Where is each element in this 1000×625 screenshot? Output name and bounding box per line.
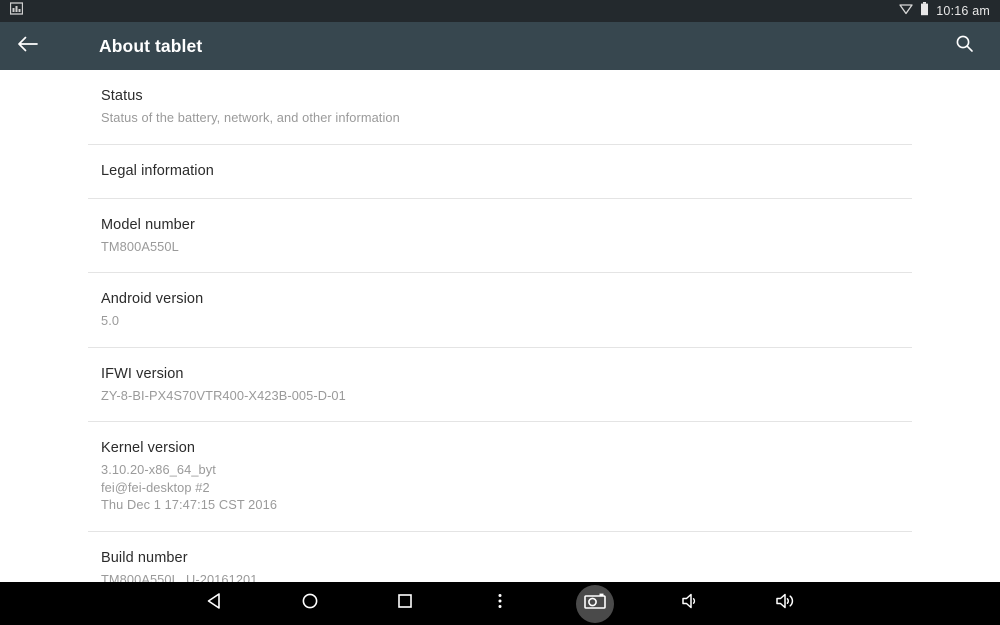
nav-button-volume-down[interactable] bbox=[643, 582, 738, 625]
recents-square-icon bbox=[395, 591, 415, 616]
nav-button-recents[interactable] bbox=[358, 582, 453, 625]
list-item-title: Model number bbox=[101, 216, 195, 233]
back-triangle-icon bbox=[205, 591, 225, 616]
nav-button-menu[interactable] bbox=[453, 582, 548, 625]
volume-down-icon bbox=[680, 591, 700, 616]
status-bar-indicators: 10:16 am bbox=[899, 1, 990, 21]
nav-button-home[interactable] bbox=[263, 582, 358, 625]
list-item-subtitle-line: Status of the battery, network, and othe… bbox=[101, 110, 400, 125]
list-item-model-number[interactable]: Model number TM800A550L bbox=[88, 199, 912, 273]
list-item-subtitle: TM800A550L_U-20161201 bbox=[101, 571, 912, 583]
status-bar-notifications bbox=[9, 2, 24, 20]
app-toolbar: About tablet bbox=[0, 22, 1000, 70]
list-item-title: Kernel version bbox=[101, 440, 196, 456]
list-item-title: Android version bbox=[101, 291, 204, 307]
list-item-subtitle-line: 3.10.20-x86_64_byt bbox=[101, 462, 216, 477]
list-item-title: Legal information bbox=[101, 162, 214, 179]
home-circle-icon bbox=[300, 591, 320, 616]
list-item-ifwi-version[interactable]: IFWI version ZY-8-BI-PX4S70VTR400-X423B-0… bbox=[88, 348, 912, 422]
battery-full-icon bbox=[920, 1, 929, 21]
nav-button-screenshot[interactable] bbox=[548, 582, 643, 625]
status-bar: 10:16 am bbox=[0, 0, 1000, 22]
list-item-subtitle-line: TM800A550L_U-20161201 bbox=[101, 571, 258, 583]
list-item-subtitle: ZY-8-BI-PX4S70VTR400-X423B-005-D-01 bbox=[101, 387, 912, 405]
search-icon bbox=[955, 34, 974, 58]
list-item-title: Status bbox=[101, 88, 143, 104]
list-item-title: IFWI version bbox=[101, 365, 184, 382]
list-item-subtitle-line: TM800A550L bbox=[101, 238, 179, 254]
list-item-subtitle-line: ZY-8-BI-PX4S70VTR400-X423B-005-D-01 bbox=[101, 387, 346, 403]
search-button[interactable] bbox=[936, 22, 992, 70]
list-item-subtitle: 3.10.20-x86_64_byt fei@fei-desktop #2 Thu … bbox=[101, 461, 912, 514]
nav-button-back[interactable] bbox=[168, 582, 263, 625]
list-item-title: Build number bbox=[101, 549, 188, 566]
camera-icon bbox=[583, 591, 607, 616]
settings-list: Status Status of the battery, network, an… bbox=[0, 70, 1000, 582]
volume-up-icon bbox=[774, 591, 796, 616]
list-item-status[interactable]: Status Status of the battery, network, an… bbox=[88, 70, 912, 144]
back-arrow-icon bbox=[17, 34, 39, 59]
wifi-off-triangle-icon bbox=[899, 2, 913, 20]
list-item-subtitle-line: Thu Dec 1 17:47:15 CST 2016 bbox=[101, 497, 278, 512]
list-item-kernel-version[interactable]: Kernel version 3.10.20-x86_64_byt fei@fei-… bbox=[88, 422, 912, 531]
overflow-menu-icon bbox=[490, 591, 510, 616]
list-item-android-version[interactable]: Android version 5.0 bbox=[88, 273, 912, 347]
list-item-subtitle: Status of the battery, network, and othe… bbox=[101, 109, 912, 127]
page-title: About tablet bbox=[99, 35, 203, 56]
screenshot-image-icon bbox=[9, 2, 24, 20]
list-item-subtitle: TM800A550L bbox=[101, 238, 912, 256]
list-item-build-number[interactable]: Build number TM800A550L_U-20161201 bbox=[88, 532, 912, 583]
nav-button-volume-up[interactable] bbox=[738, 582, 833, 625]
list-item-subtitle-line: 5.0 bbox=[101, 313, 120, 328]
tablet-screen: 10:16 am About tablet Status Status of th… bbox=[0, 0, 1000, 625]
system-navigation-bar bbox=[0, 582, 1000, 625]
status-bar-clock: 10:16 am bbox=[936, 4, 990, 18]
list-item-subtitle: 5.0 bbox=[101, 312, 912, 330]
settings-content: Status Status of the battery, network, an… bbox=[0, 70, 1000, 582]
list-item-legal-information[interactable]: Legal information bbox=[88, 145, 912, 198]
list-item-subtitle-line: fei@fei-desktop #2 bbox=[101, 479, 210, 495]
back-button[interactable] bbox=[0, 22, 56, 70]
